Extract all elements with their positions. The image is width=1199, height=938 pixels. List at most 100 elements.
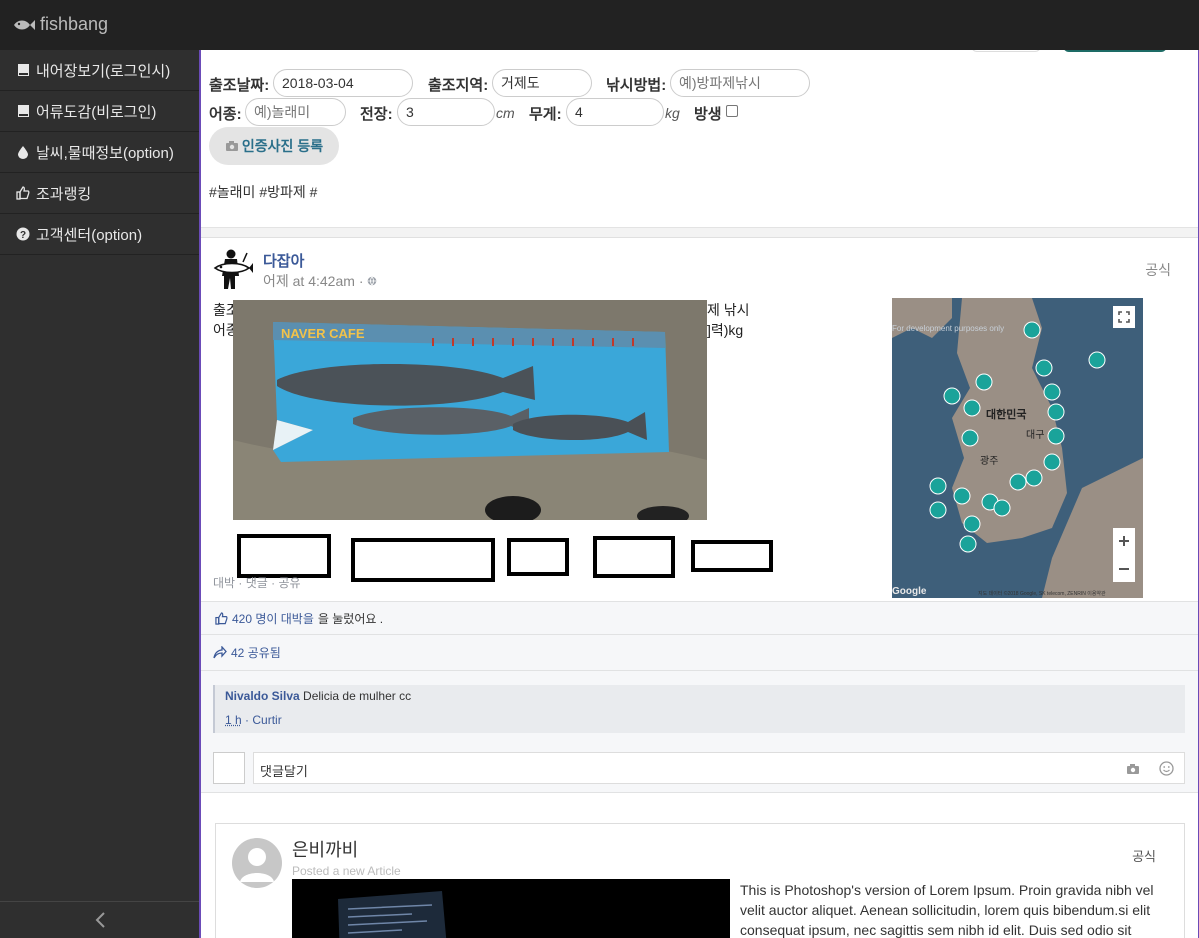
emoji-icon[interactable] [1159, 761, 1174, 776]
date-label: 출조날짜: [209, 77, 270, 94]
region-input[interactable] [492, 69, 592, 97]
catch-photo[interactable]: NAVER CAFE [233, 300, 707, 520]
upload-photo-button[interactable]: 인증사진 등록 [209, 127, 339, 165]
minus-icon [1119, 568, 1129, 570]
partial-button[interactable] [1063, 50, 1167, 52]
method-label: 낚시방법: [606, 77, 667, 94]
comment-text: Delicia de mulher cc [303, 689, 412, 703]
user-avatar [213, 752, 245, 784]
catch-form: 출조날짜: 출조지역: 낚시방법: 어종: 전장: cm 무게: kg 방생 인… [201, 50, 1198, 228]
sidebar-item-my-fishbowl[interactable]: 내어장보기(로그인시) [0, 50, 199, 91]
upload-photo-label: 인증사진 등록 [241, 138, 324, 154]
comment-input[interactable]: 댓글달기 [253, 752, 1185, 784]
sidebar-item-label: 내어장보기(로그인시) [36, 62, 171, 80]
map-zoom-in-button[interactable] [1114, 530, 1134, 552]
method-input[interactable] [670, 69, 810, 97]
map-label-korea: 대한민국 [986, 407, 1026, 421]
default-avatar-icon[interactable] [232, 838, 282, 888]
sidebar-item-fish-guide[interactable]: 어류도감(비로그인) [0, 91, 199, 132]
sidebar-item-label: 어류도감(비로그인) [36, 103, 157, 121]
comment-section: Nivaldo Silva Delicia de mulher cc 1 h ·… [201, 671, 1198, 793]
sidebar-item-ranking[interactable]: 조과랭킹 [0, 173, 199, 214]
svg-text:?: ? [20, 230, 26, 241]
shares-row: 42 공유됨 [201, 635, 1198, 671]
official-badge: 공식 [1132, 849, 1156, 864]
map-dev-text: For development purposes only [892, 324, 1004, 333]
post-text-line: ]력)kg [707, 322, 744, 338]
map-label-gwangju: 광주 [980, 455, 998, 467]
post-card: 다잡아 어제 at 4:42am · 공식 출조 어종 제 낚시 ]력)kg N… [201, 238, 1198, 603]
sidebar-item-support[interactable]: ? 고객센터(option) [0, 214, 199, 255]
catch-map[interactable]: For development purposes only 대한민국 대구 광주… [892, 298, 1143, 598]
species-label: 어종: [209, 106, 242, 123]
fish-logo-icon [14, 19, 35, 30]
main-content: 출조날짜: 출조지역: 낚시방법: 어종: 전장: cm 무게: kg 방생 인… [199, 50, 1199, 938]
map-graphic: For development purposes only 대한민국 대구 광주… [892, 298, 1143, 598]
sidebar-item-label: 날씨,물때정보(option) [36, 144, 174, 162]
sidebar-item-weather[interactable]: 날씨,물때정보(option) [0, 132, 199, 173]
weight-input[interactable] [566, 98, 664, 126]
official-badge: 공식 [1145, 262, 1171, 278]
map-copyright: 지도 데이터 ©2018 Google, SK telecom, ZENRIN … [978, 590, 1106, 597]
fisherman-avatar-icon[interactable] [213, 248, 253, 290]
redaction-box [691, 540, 773, 572]
map-zoom-out-button[interactable] [1114, 558, 1134, 580]
release-checkbox[interactable] [726, 105, 738, 117]
article-body: This is Photoshop's version of Lorem Ips… [740, 882, 1154, 938]
thumbs-up-icon [215, 611, 228, 625]
post-time: 어제 at 4:42am · [263, 271, 377, 291]
article-subtitle: Posted a new Article [292, 864, 401, 878]
post-time-text: 어제 at 4:42am [263, 273, 355, 289]
plus-icon [1119, 536, 1129, 546]
article-card: 은비까비 Posted a new Article 공식 This is Pho… [215, 823, 1185, 938]
book-icon [16, 63, 30, 77]
water-drop-icon [16, 145, 30, 159]
article-image-graphic [292, 879, 730, 938]
shares-count[interactable]: 42 공유됨 [231, 644, 281, 661]
length-input[interactable] [397, 98, 495, 126]
region-label: 출조지역: [428, 77, 489, 94]
release-label: 방생 [694, 106, 722, 123]
article-image[interactable] [292, 879, 730, 938]
share-arrow-icon [213, 646, 227, 659]
catch-photo-graphic: NAVER CAFE [233, 300, 707, 520]
comment-time: 1 h [225, 713, 242, 727]
weight-unit: kg [665, 105, 680, 121]
map-label-daegu: 대구 [1026, 429, 1044, 441]
sidebar-item-label: 조과랭킹 [36, 185, 92, 203]
post-author[interactable]: 다잡아 [263, 250, 304, 271]
map-fullscreen-button[interactable] [1114, 307, 1134, 327]
partial-button[interactable] [971, 50, 1041, 52]
brand-link[interactable]: fishbang [12, 14, 108, 35]
camera-icon [225, 141, 238, 151]
redaction-box [593, 536, 675, 578]
likes-suffix: 을 눌렀어요 . [317, 611, 384, 626]
comment-composer: 댓글달기 [213, 752, 1185, 784]
species-input[interactable] [245, 98, 346, 126]
likes-row: 420 명이 대박을 을 눌렀어요 . [201, 601, 1198, 635]
comment-author[interactable]: Nivaldo Silva [225, 689, 300, 703]
globe-icon [368, 276, 377, 286]
chevron-left-icon [95, 912, 105, 928]
question-circle-icon: ? [16, 227, 30, 241]
redaction-box [351, 538, 495, 582]
map-google-logo: Google [892, 586, 927, 597]
weight-label: 무게: [529, 106, 562, 123]
length-label: 전장: [360, 106, 393, 123]
post-text-line: 제 낚시 [707, 302, 750, 318]
redaction-box [507, 538, 569, 576]
date-input[interactable] [273, 69, 413, 97]
article-author[interactable]: 은비까비 [292, 836, 358, 862]
sidebar-item-label: 고객센터(option) [36, 226, 143, 244]
camera-icon[interactable] [1126, 763, 1140, 775]
length-unit: cm [496, 105, 515, 121]
comment-input-placeholder: 댓글달기 [260, 764, 308, 779]
post-actions[interactable]: 대박 · 댓글 · 공유 [213, 574, 301, 591]
book-icon [16, 104, 30, 118]
comment-item: Nivaldo Silva Delicia de mulher cc 1 h ·… [213, 685, 1185, 733]
redaction-box [237, 534, 331, 578]
comment-like-link[interactable]: · Curtir [245, 713, 282, 727]
fullscreen-icon [1118, 311, 1130, 323]
sidebar-collapse-button[interactable] [0, 901, 199, 938]
likes-count[interactable]: 420 명이 대박을 [232, 610, 314, 627]
